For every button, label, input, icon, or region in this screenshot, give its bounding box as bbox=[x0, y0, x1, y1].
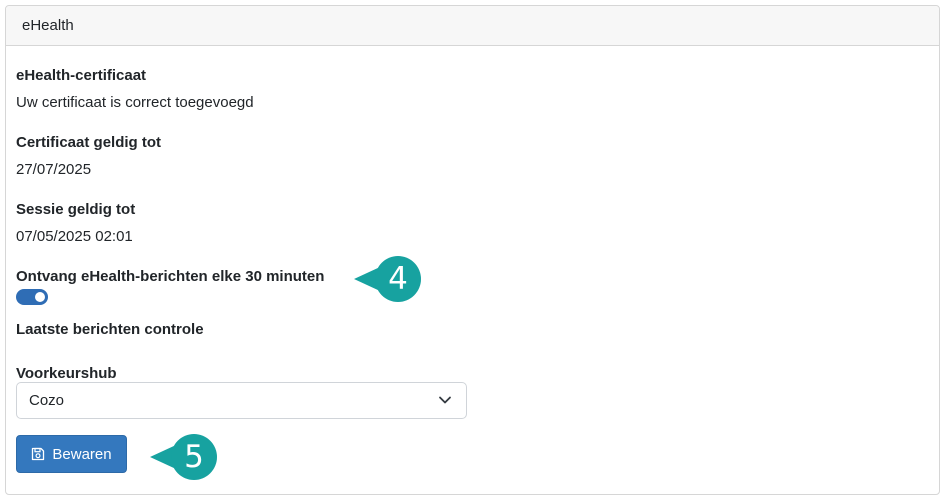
receive-messages-label: Ontvang eHealth-berichten elke 30 minute… bbox=[16, 268, 325, 285]
certificate-label: eHealth-certificaat bbox=[16, 67, 147, 84]
valid-until-value: 27/07/2025 bbox=[16, 161, 92, 178]
callout-5: 5 bbox=[148, 433, 224, 483]
receive-messages-toggle[interactable] bbox=[16, 289, 48, 305]
toggle-knob bbox=[35, 292, 45, 302]
last-check-label: Laatste berichten controle bbox=[16, 321, 204, 338]
chevron-down-icon bbox=[439, 396, 451, 404]
callout-4-number: 4 bbox=[388, 261, 408, 297]
save-button-label: Bewaren bbox=[52, 445, 112, 463]
hub-select-value: Cozo bbox=[29, 392, 65, 409]
floppy-disk-icon bbox=[32, 447, 45, 461]
save-button[interactable]: Bewaren bbox=[16, 435, 127, 473]
valid-until-label: Certificaat geldig tot bbox=[16, 134, 162, 151]
hub-label: Voorkeurshub bbox=[16, 365, 117, 382]
callout-5-number: 5 bbox=[184, 439, 204, 475]
hub-select[interactable]: Cozo bbox=[16, 382, 467, 419]
card-header: eHealth bbox=[6, 6, 939, 46]
session-label: Sessie geldig tot bbox=[16, 201, 136, 218]
certificate-value: Uw certificaat is correct toegevoegd bbox=[16, 94, 254, 111]
session-value: 07/05/2025 02:01 bbox=[16, 228, 133, 245]
callout-4: 4 bbox=[352, 255, 428, 305]
